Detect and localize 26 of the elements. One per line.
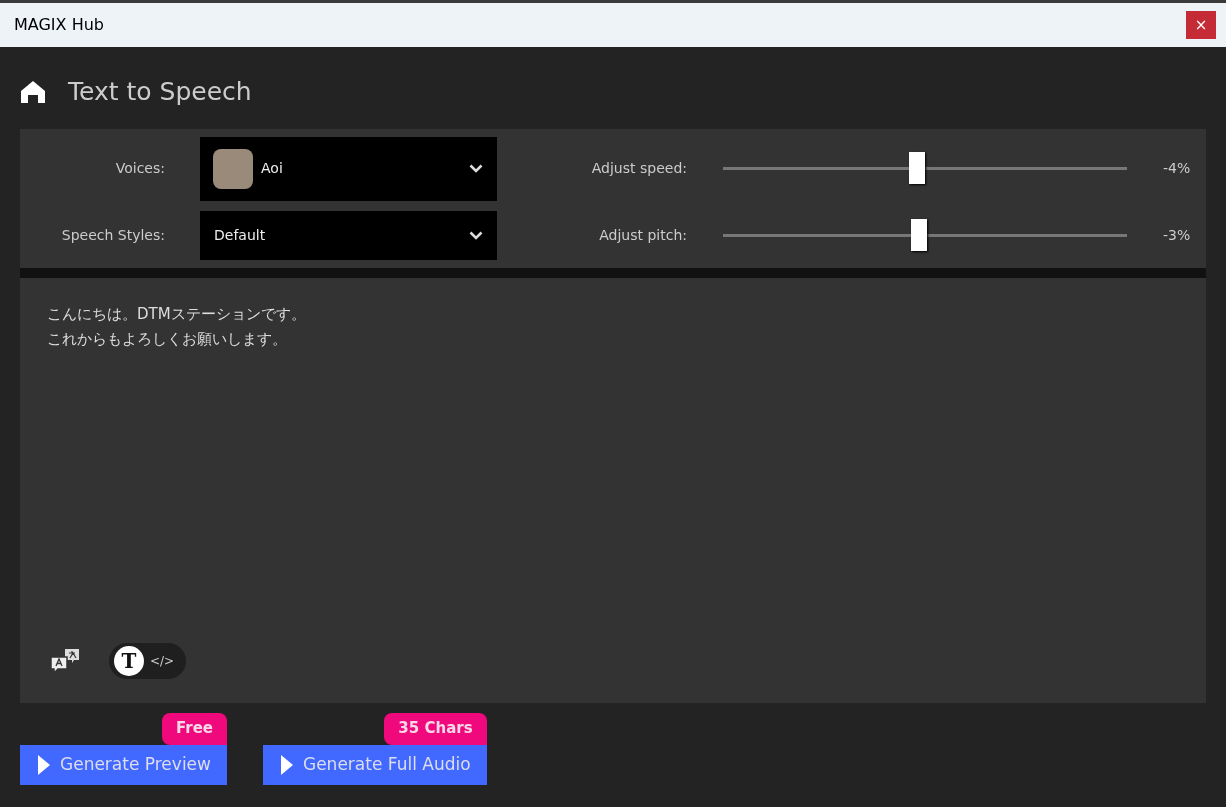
price-badge: Free [161,712,227,745]
play-icon [38,754,50,775]
chevron-down-icon [469,230,483,240]
price-badge: 35 Chars [384,712,487,745]
slider-label: Adjust speed: [590,159,687,178]
play-icon [281,754,293,775]
slider-reading: -3% [1163,225,1191,245]
field-label: Speech Styles: [60,225,166,245]
text-line: こんにちは。DTMステーションです。 [47,303,306,325]
slider-thumb[interactable] [908,152,925,184]
slider-thumb[interactable] [910,218,927,251]
text-input-field[interactable]: こんにちは。DTMステーションです。 これからもよろしくお願いします。 T </> [20,277,1206,703]
mode-option[interactable]: </> [148,651,177,670]
slider-label: Adjust pitch: [598,225,687,245]
slider-reading: -4% [1163,159,1191,178]
dropdown[interactable]: Aoi [200,136,497,201]
home-icon[interactable] [20,79,46,104]
window-title: MAGIX Hub [14,14,104,36]
field-label: Voices: [114,159,166,178]
close-button[interactable]: × [1186,11,1216,39]
avatar-photo-placeholder [213,148,253,189]
page-title: Text to Speech [68,76,252,108]
text-line: これからもよろしくお願いします。 [47,328,287,350]
mode-option[interactable]: T [114,645,144,676]
dropdown[interactable]: Default [200,210,497,260]
chevron-down-icon [469,164,483,173]
